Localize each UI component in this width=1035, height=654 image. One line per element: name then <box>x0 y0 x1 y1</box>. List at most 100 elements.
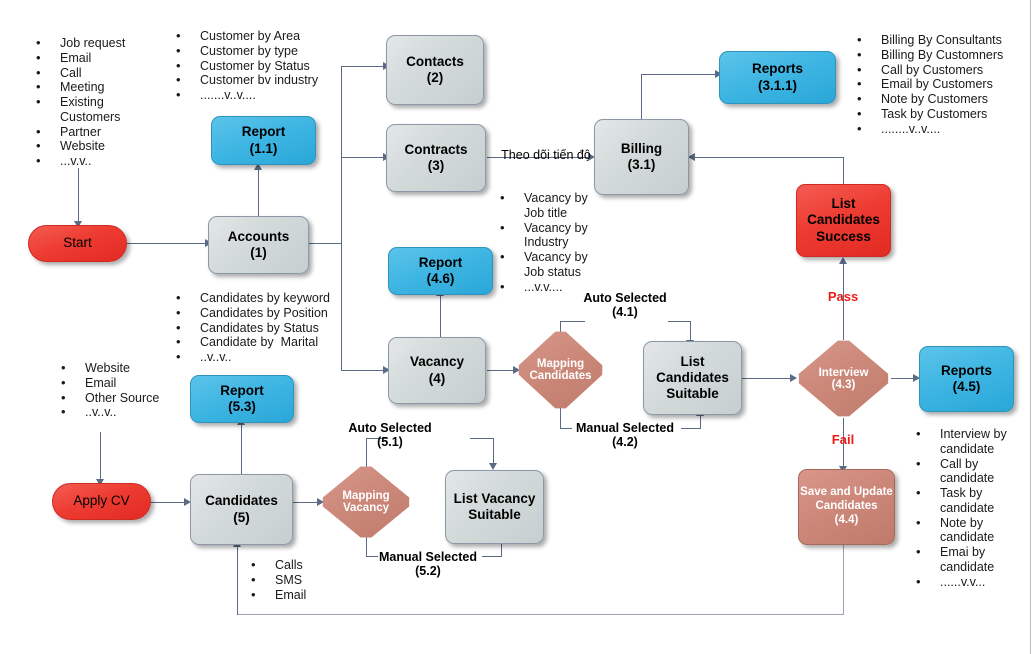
list-item: ..v..v.. <box>55 404 159 420</box>
edge-52-up <box>501 542 502 557</box>
list-item: Task by <box>910 485 1007 501</box>
list-item: Partner <box>30 124 125 140</box>
edge-41-down <box>690 321 691 341</box>
edge-label-auto-selected-51-line1: Auto Selected <box>348 421 432 435</box>
node-reports-3-1-1[interactable]: Reports (3.1.1) <box>719 51 836 104</box>
list-item: ......v.v... <box>910 574 1007 590</box>
edge-51-down <box>493 438 494 464</box>
node-vacancy[interactable]: Vacancy (4) <box>388 337 486 404</box>
list-item: ...v.v.. <box>30 153 125 169</box>
list-item: Calls <box>245 557 306 573</box>
list-item-cont: Job status <box>524 264 581 279</box>
edge-return-bus-horizontal <box>237 614 844 615</box>
edge-42-up <box>700 414 701 429</box>
list-item: Other Source <box>55 390 159 406</box>
edge-billing-up <box>641 74 642 119</box>
list-item-cont: Customers <box>60 109 121 124</box>
edge-sources-to-start <box>78 168 79 222</box>
edge-return-up-to-candidates <box>237 545 238 615</box>
node-report-5-3[interactable]: Report (5.3) <box>190 375 294 423</box>
list-item: Customer by type <box>170 43 318 59</box>
node-lcs-line1: List <box>831 196 856 212</box>
edge-label-auto-selected-41-line2: (4.1) <box>612 305 638 319</box>
edge-lcs-to-billing <box>691 157 844 158</box>
edge-label-auto-selected-41-line1: Auto Selected <box>583 291 667 305</box>
node-lcsuit-line3: Suitable <box>666 386 719 402</box>
node-candidates[interactable]: Candidates (5) <box>190 474 293 545</box>
node-save-update-candidates[interactable]: Save and Update Candidates (4.4) <box>798 469 895 545</box>
list-item: Customer bv industry <box>170 72 318 88</box>
list-item: Task by Customers <box>851 106 1003 122</box>
edge-label-manual-selected-42-line2: (4.2) <box>612 435 638 449</box>
list-item: ..v..v.. <box>170 349 330 365</box>
edge-bus-to-contacts <box>341 66 385 67</box>
edge-bus-to-contracts <box>341 157 385 158</box>
list-item: Email <box>30 50 125 66</box>
list-item: Meeting <box>30 79 125 95</box>
list-item: Existing <box>30 94 125 110</box>
list-item-cont: candidate <box>940 530 995 545</box>
list-item: Job request <box>30 35 125 51</box>
node-lcsuit-line1: List <box>680 353 705 369</box>
node-report-1-1-line2: (1.1) <box>249 140 278 156</box>
node-mapping-vacancy-line2: Vacancy <box>342 502 390 514</box>
node-lcs-line3: Success <box>816 228 871 244</box>
node-mapping-candidates[interactable]: Mapping Candidates <box>518 331 603 409</box>
node-candidates-line1: Candidates <box>205 493 278 509</box>
node-report-4-6[interactable]: Report (4.6) <box>388 247 493 295</box>
node-suc-line2: Candidates <box>815 500 878 513</box>
list-item: Billing By Customners <box>851 47 1003 63</box>
list-item: Candidate by Marital <box>170 334 330 350</box>
node-contacts-line1: Contacts <box>406 53 464 69</box>
node-billing[interactable]: Billing (3.1) <box>594 119 689 195</box>
node-start[interactable]: Start <box>28 225 127 262</box>
list-item: Interview by <box>910 426 1007 442</box>
node-list-vacancy-suitable[interactable]: List Vacancy Suitable <box>445 470 544 544</box>
edge-bus-to-vacancy <box>341 370 385 371</box>
node-report-1-1[interactable]: Report (1.1) <box>211 116 316 165</box>
node-report-4-6-line2: (4.6) <box>426 271 455 286</box>
edge-label-theo-doi-tien-do: Theo dõi tiến độ <box>501 148 591 162</box>
list-item: Candidates by Position <box>170 305 330 321</box>
edge-accounts-to-bus <box>309 243 342 244</box>
list-item: Emai by <box>910 544 1007 560</box>
node-contracts[interactable]: Contracts (3) <box>386 124 486 192</box>
node-reports-4-5[interactable]: Reports (4.5) <box>919 346 1014 412</box>
list-customer-reports: Customer by Area Customer by type Custom… <box>170 28 318 103</box>
edge-sources-to-applycv <box>100 432 101 480</box>
list-item: ........v..v.... <box>851 121 1003 137</box>
node-reports-3-1-1-line2: (3.1.1) <box>757 77 798 93</box>
list-item: SMS <box>245 572 306 588</box>
list-item-cont: candidate <box>940 500 995 515</box>
node-list-candidates-suitable[interactable]: List Candidates Suitable <box>643 341 742 415</box>
node-billing-line2: (3.1) <box>627 157 656 172</box>
node-contacts[interactable]: Contacts (2) <box>386 35 484 105</box>
edge-save-down <box>843 545 844 615</box>
node-accounts-line1: Accounts <box>227 228 290 244</box>
edge-label-manual-selected-42-line1: Manual Selected <box>576 421 674 435</box>
node-interview[interactable]: Interview (4.3) <box>798 340 889 417</box>
edge-label-manual-selected-52-line2: (5.2) <box>415 564 441 578</box>
list-item: Candidates by keyword <box>170 290 330 306</box>
list-item: .......v..v.... <box>170 87 318 103</box>
node-mapping-vacancy[interactable]: Mapping Vacancy <box>322 466 410 538</box>
flowchart-canvas: Job request Email Call Meeting Existing … <box>0 0 1035 654</box>
list-item-cont: candidate <box>940 441 995 456</box>
list-candidate-reports: Candidates by keyword Candidates by Posi… <box>170 290 330 365</box>
node-apply-cv[interactable]: Apply CV <box>52 483 151 520</box>
list-item: Vacancy by <box>494 220 588 236</box>
node-list-candidates-success[interactable]: List Candidates Success <box>796 184 891 257</box>
arrowhead <box>688 153 695 161</box>
list-item: Billing By Consultants <box>851 32 1003 48</box>
node-lcsuit-line2: Candidates <box>656 369 729 385</box>
node-accounts[interactable]: Accounts (1) <box>208 216 309 274</box>
node-report-4-6-line1: Report <box>418 254 463 270</box>
list-contact-channels: Calls SMS Email <box>245 557 306 602</box>
node-mapping-vacancy-line1: Mapping <box>342 490 390 502</box>
list-item: Website <box>30 138 125 154</box>
list-candidate-sources: Website Email Other Source ..v..v.. <box>55 360 159 420</box>
edge-label-pass: Pass <box>827 289 859 304</box>
node-suc-line1: Save and Update <box>800 486 893 499</box>
list-sources: Job request Email Call Meeting Existing … <box>30 35 125 169</box>
arrowhead <box>790 374 797 382</box>
